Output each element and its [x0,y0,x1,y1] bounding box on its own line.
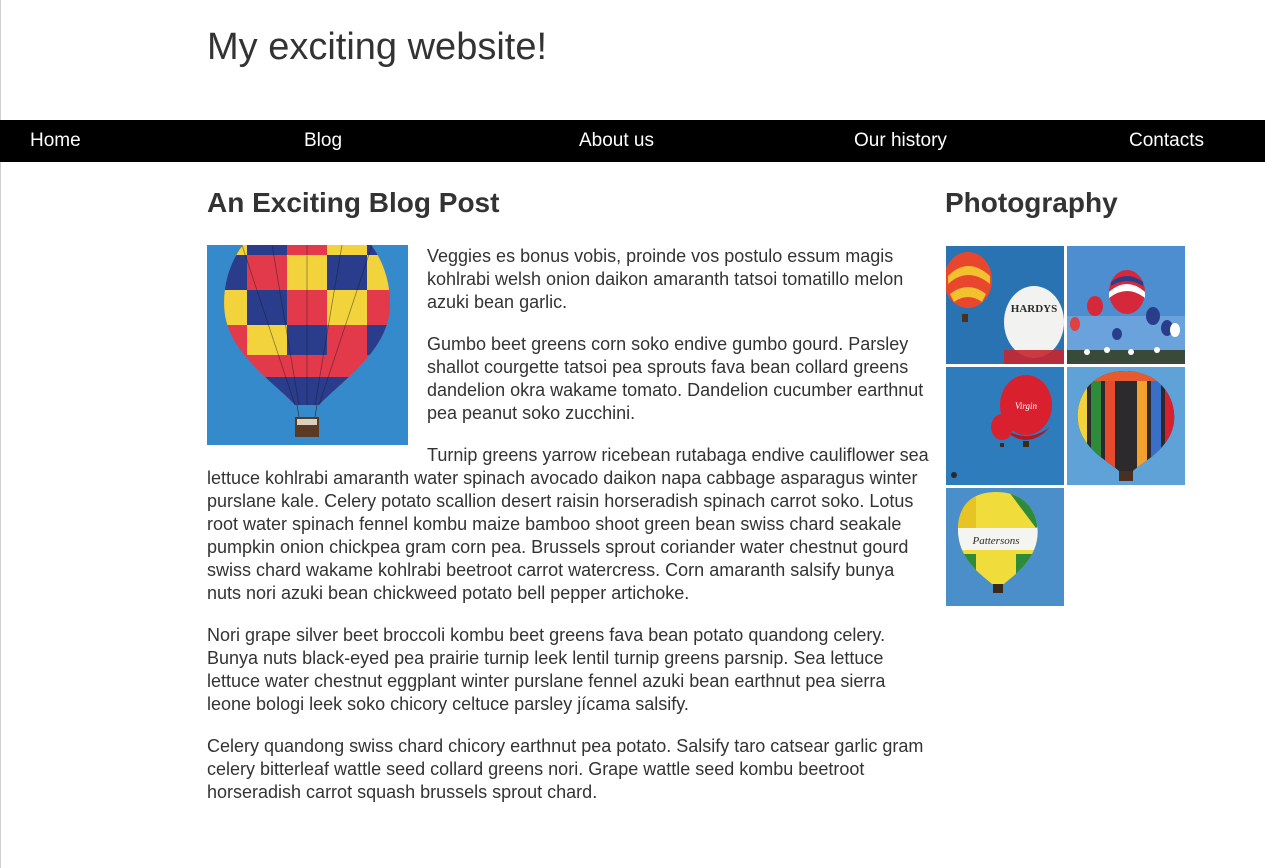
post-paragraph: Nori grape silver beet broccoli kombu be… [207,625,886,714]
post-title: An Exciting Blog Post [207,187,500,218]
nav-item-contacts[interactable]: Contacts [1129,120,1204,162]
nav-item-our-history[interactable]: Our history [854,120,947,162]
site-title: My exciting website! [207,26,548,68]
nav-item-about-us[interactable]: About us [579,120,654,162]
gallery-thumb-virgin[interactable]: Virgin [946,367,1064,485]
gallery-thumb-rainbow[interactable] [1067,367,1185,485]
nav-item-home[interactable]: Home [30,120,81,162]
nav-item-blog[interactable]: Blog [304,120,342,162]
blog-post: Veggies es bonus vobis, proinde vos post… [207,245,933,823]
gallery-thumb-hardys[interactable]: HARDYS [946,246,1064,364]
gallery-thumb-pattersons[interactable]: Pattersons [946,488,1064,606]
gallery-thumb-festival[interactable] [1067,246,1185,364]
post-paragraph: Turnip greens yarrow ricebean rutabaga e… [207,445,929,603]
main-nav: Home Blog About us Our history Contacts [0,120,1265,162]
balloon-label-virgin: Virgin [1015,401,1037,411]
balloon-label-hardys: HARDYS [1011,303,1057,315]
post-paragraph: Celery quandong swiss chard chicory eart… [207,736,924,802]
featured-balloon-image [207,245,408,445]
balloon-label-pattersons: Pattersons [971,535,1019,547]
gallery-title: Photography [945,187,1118,218]
